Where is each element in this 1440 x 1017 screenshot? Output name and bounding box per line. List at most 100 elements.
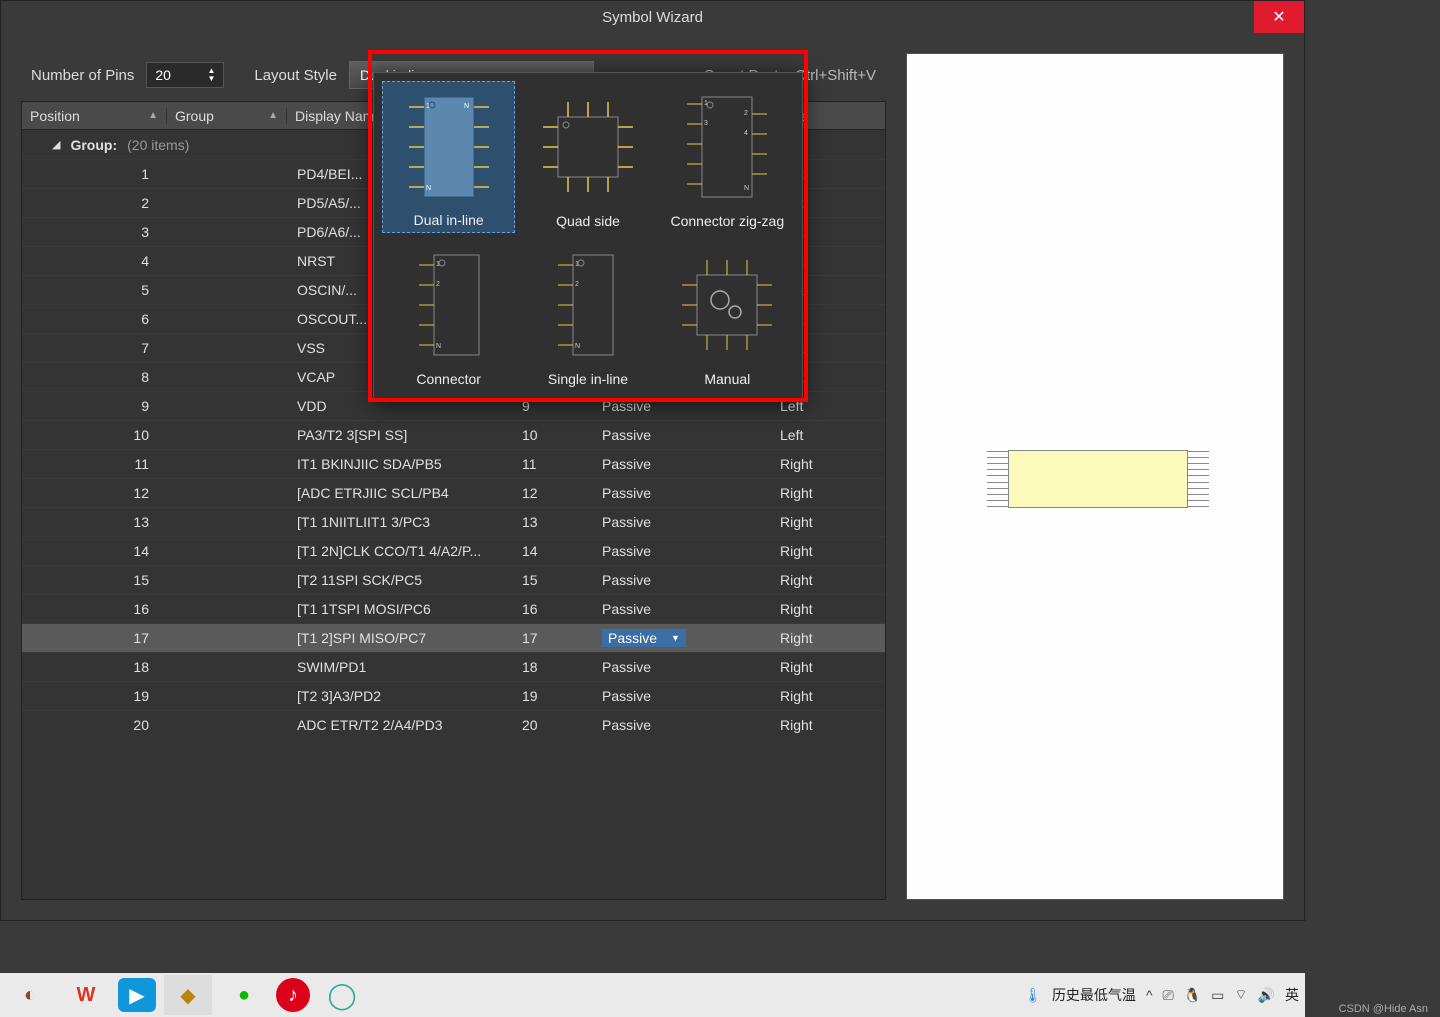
table-row[interactable]: 19[T2 3]A3/PD219PassiveRight bbox=[22, 681, 885, 710]
cell-des[interactable]: 14 bbox=[512, 543, 592, 559]
table-row[interactable]: 10PA3/T2 3[SPI SS]10PassiveLeft bbox=[22, 420, 885, 449]
tray-up-icon[interactable]: ^ bbox=[1146, 987, 1153, 1003]
tray-volume-icon[interactable]: 🔊 bbox=[1258, 987, 1275, 1004]
cell-position[interactable]: 8 bbox=[22, 369, 167, 385]
table-row[interactable]: 11IT1 BKINJIIC SDA/PB511PassiveRight bbox=[22, 449, 885, 478]
table-row[interactable]: 16[T1 1TSPI MOSI/PC616PassiveRight bbox=[22, 594, 885, 623]
cell-side[interactable]: Right bbox=[770, 572, 880, 588]
layout-option-single[interactable]: 12N Single in-line bbox=[521, 239, 654, 391]
cell-position[interactable]: 10 bbox=[22, 427, 167, 443]
cell-des[interactable]: 19 bbox=[512, 688, 592, 704]
cell-position[interactable]: 17 bbox=[22, 630, 167, 646]
table-row[interactable]: 12[ADC ETRJIIC SCL/PB412PassiveRight bbox=[22, 478, 885, 507]
table-row[interactable]: 15[T2 11SPI SCK/PC515PassiveRight bbox=[22, 565, 885, 594]
cell-des[interactable]: 16 bbox=[512, 601, 592, 617]
cell-des[interactable]: 20 bbox=[512, 717, 592, 733]
table-row[interactable]: 18SWIM/PD118PassiveRight bbox=[22, 652, 885, 681]
cell-type[interactable]: Passive bbox=[592, 688, 770, 704]
cell-type[interactable]: Passive bbox=[592, 514, 770, 530]
cell-des[interactable]: 12 bbox=[512, 485, 592, 501]
tray-ime[interactable]: 英 bbox=[1285, 985, 1299, 1005]
cell-position[interactable]: 12 bbox=[22, 485, 167, 501]
cell-position[interactable]: 19 bbox=[22, 688, 167, 704]
cell-name[interactable]: VDD bbox=[287, 398, 512, 414]
cell-type[interactable]: Passive bbox=[592, 601, 770, 617]
cell-position[interactable]: 14 bbox=[22, 543, 167, 559]
cell-type[interactable]: Passive bbox=[592, 659, 770, 675]
cell-side[interactable]: Right bbox=[770, 543, 880, 559]
cell-position[interactable]: 5 bbox=[22, 282, 167, 298]
cell-position[interactable]: 15 bbox=[22, 572, 167, 588]
cell-position[interactable]: 11 bbox=[22, 456, 167, 472]
taskbar-app-icon[interactable]: ◆ bbox=[164, 975, 212, 1015]
cell-position[interactable]: 3 bbox=[22, 224, 167, 240]
layout-option-dual-inline[interactable]: 1NN Dual in-line bbox=[382, 81, 515, 233]
cell-side[interactable]: Right bbox=[770, 485, 880, 501]
taskbar-music-icon[interactable]: ♪ bbox=[276, 978, 310, 1012]
cell-position[interactable]: 20 bbox=[22, 717, 167, 733]
layout-option-quad[interactable]: Quad side bbox=[521, 81, 654, 233]
cell-type[interactable]: Passive bbox=[592, 717, 770, 733]
tray-wifi-icon[interactable]: ⌔ bbox=[1234, 986, 1247, 1004]
cell-position[interactable]: 4 bbox=[22, 253, 167, 269]
cell-type[interactable]: Passive bbox=[592, 485, 770, 501]
taskbar-wps-icon[interactable]: W bbox=[62, 975, 110, 1015]
cell-name[interactable]: [T1 2]SPI MISO/PC7 bbox=[287, 630, 512, 646]
cell-name[interactable]: [T2 11SPI SCK/PC5 bbox=[287, 572, 512, 588]
cell-position[interactable]: 16 bbox=[22, 601, 167, 617]
taskbar[interactable]: ◐ W ▶ ◆ ● ♪ ◯ 🌡 历史最低气温 ^ ⎚ 🐧 ▭ ⌔ 🔊 英 bbox=[0, 973, 1305, 1017]
cell-name[interactable]: [T1 1NIITLIIT1 3/PC3 bbox=[287, 514, 512, 530]
cell-des[interactable]: 13 bbox=[512, 514, 592, 530]
layout-option-manual[interactable]: Manual bbox=[661, 239, 794, 391]
cell-name[interactable]: [ADC ETRJIIC SCL/PB4 bbox=[287, 485, 512, 501]
taskbar-app-icon[interactable]: ▶ bbox=[118, 978, 156, 1012]
layout-option-connector[interactable]: 12N Connector bbox=[382, 239, 515, 391]
taskbar-wechat-icon[interactable]: ● bbox=[220, 975, 268, 1015]
cell-position[interactable]: 9 bbox=[22, 398, 167, 414]
col-position[interactable]: Position▲ bbox=[22, 108, 167, 124]
type-dropdown[interactable]: Passive▼ bbox=[602, 629, 686, 647]
cell-side[interactable]: Right bbox=[770, 688, 880, 704]
cell-position[interactable]: 1 bbox=[22, 166, 167, 182]
cell-side[interactable]: Right bbox=[770, 717, 880, 733]
cell-position[interactable]: 13 bbox=[22, 514, 167, 530]
cell-side[interactable]: Left bbox=[770, 427, 880, 443]
table-row[interactable]: 13[T1 1NIITLIIT1 3/PC313PassiveRight bbox=[22, 507, 885, 536]
cell-side[interactable]: Right bbox=[770, 630, 880, 646]
cell-name[interactable]: [T1 1TSPI MOSI/PC6 bbox=[287, 601, 512, 617]
weather-icon[interactable]: 🌡 bbox=[1024, 987, 1042, 1004]
taskbar-app-icon[interactable]: ◐ bbox=[6, 975, 54, 1015]
spinner-arrows-icon[interactable]: ▲▼ bbox=[207, 67, 215, 83]
close-button[interactable]: ✕ bbox=[1254, 1, 1304, 33]
cell-name[interactable]: ADC ETR/T2 2/A4/PD3 bbox=[287, 717, 512, 733]
cell-des[interactable]: 11 bbox=[512, 456, 592, 472]
cell-des[interactable]: 18 bbox=[512, 659, 592, 675]
cell-name[interactable]: IT1 BKINJIIC SDA/PB5 bbox=[287, 456, 512, 472]
tray-qq-icon[interactable]: 🐧 bbox=[1184, 987, 1201, 1004]
cell-side[interactable]: Right bbox=[770, 659, 880, 675]
cell-side[interactable]: Right bbox=[770, 456, 880, 472]
cell-type[interactable]: Passive bbox=[592, 543, 770, 559]
title-bar[interactable]: Symbol Wizard ✕ bbox=[1, 1, 1304, 33]
cell-position[interactable]: 6 bbox=[22, 311, 167, 327]
cell-des[interactable]: 17 bbox=[512, 630, 592, 646]
cell-type[interactable]: Passive bbox=[592, 456, 770, 472]
cell-des[interactable]: 15 bbox=[512, 572, 592, 588]
cell-position[interactable]: 18 bbox=[22, 659, 167, 675]
cell-position[interactable]: 2 bbox=[22, 195, 167, 211]
cell-des[interactable]: 9 bbox=[512, 398, 592, 414]
table-row[interactable]: 14[T1 2N]CLK CCO/T1 4/A2/P...14PassiveRi… bbox=[22, 536, 885, 565]
cell-type[interactable]: Passive bbox=[592, 398, 770, 414]
cell-position[interactable]: 7 bbox=[22, 340, 167, 356]
cell-name[interactable]: PA3/T2 3[SPI SS] bbox=[287, 427, 512, 443]
table-row[interactable]: 20ADC ETR/T2 2/A4/PD320PassiveRight bbox=[22, 710, 885, 739]
pins-spinner[interactable]: 20 ▲▼ bbox=[146, 62, 224, 88]
cell-type[interactable]: Passive bbox=[592, 572, 770, 588]
col-group[interactable]: Group▲ bbox=[167, 108, 287, 124]
layout-option-zigzag[interactable]: 1234N Connector zig-zag bbox=[661, 81, 794, 233]
cell-side[interactable]: Right bbox=[770, 601, 880, 617]
cell-type[interactable]: Passive bbox=[592, 427, 770, 443]
cell-side[interactable]: Left bbox=[770, 398, 880, 414]
tray-monitor-icon[interactable]: ⎚ bbox=[1163, 987, 1174, 1004]
cell-name[interactable]: [T2 3]A3/PD2 bbox=[287, 688, 512, 704]
